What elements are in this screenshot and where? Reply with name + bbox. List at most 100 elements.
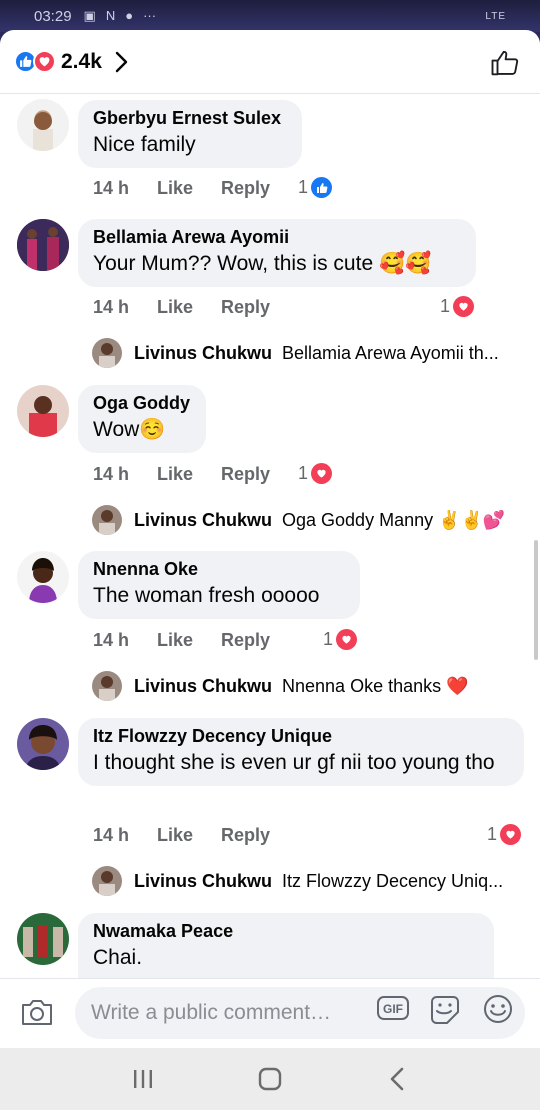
- reply-avatar: [92, 671, 122, 701]
- love-icon: [453, 296, 475, 317]
- comment-author[interactable]: Bellamia Arewa Ayomii: [93, 227, 462, 248]
- comment-author[interactable]: Oga Goddy: [93, 393, 192, 414]
- chevron-right-icon: [114, 51, 128, 73]
- comment-text: The woman fresh ooooo: [93, 584, 320, 607]
- reaction-number: 1: [440, 296, 451, 316]
- reply-preview[interactable]: Livinus Chukwu Itz Flowzzy Decency Uniq.…: [92, 865, 503, 897]
- comment-bubble[interactable]: Nnenna Oke The woman fresh ooooo: [78, 551, 360, 619]
- reactions-summary[interactable]: 2.4k: [14, 50, 128, 74]
- reactions-header: 2.4k: [0, 30, 540, 94]
- like-button[interactable]: Like: [157, 464, 221, 485]
- comment-actions: 14 h Like Reply: [93, 297, 281, 318]
- more-icon: ···: [143, 8, 157, 23]
- comment-time: 14 h: [93, 178, 130, 198]
- network-indicator: LTE: [485, 10, 506, 22]
- comment-author[interactable]: Nwamaka Peace: [93, 921, 480, 942]
- system-nav-bar: [0, 1048, 540, 1110]
- emoji-icon[interactable]: [482, 993, 514, 1030]
- status-bar: 03:29 ▣ N ● ··· LTE: [0, 0, 540, 32]
- comments-sheet: 2.4k Gberbyu Ernest Sulex Nice family 14…: [0, 30, 540, 1048]
- comment-author[interactable]: Itz Flowzzy Decency Unique: [93, 726, 510, 747]
- comment-bubble[interactable]: Itz Flowzzy Decency Unique I thought she…: [78, 718, 524, 786]
- reply-button[interactable]: Reply: [221, 464, 281, 485]
- comment-actions: 14 h Like Reply: [93, 464, 281, 485]
- comment-text: Wow☺️: [93, 418, 166, 441]
- avatar[interactable]: [17, 913, 69, 965]
- avatar[interactable]: [17, 385, 69, 437]
- comment-bubble[interactable]: Bellamia Arewa Ayomii Your Mum?? Wow, th…: [78, 219, 476, 287]
- reply-button[interactable]: Reply: [221, 297, 281, 318]
- reply-author: Livinus Chukwu: [134, 870, 273, 891]
- comment-time: 14 h: [93, 825, 130, 845]
- reply-avatar: [92, 505, 122, 535]
- reply-author: Livinus Chukwu: [134, 509, 273, 530]
- reply-preview[interactable]: Livinus Chukwu Nnenna Oke thanks ❤️: [92, 670, 469, 702]
- image-icon: ▣: [83, 8, 96, 23]
- comment-text: Nice family: [93, 133, 196, 156]
- reply-text: Oga Goddy Manny ✌️✌️💕: [282, 509, 506, 530]
- comment-bubble[interactable]: Gberbyu Ernest Sulex Nice family: [78, 100, 302, 168]
- bag-icon: ●: [125, 8, 134, 23]
- status-time: 03:29: [34, 7, 72, 25]
- comment-actions: 14 h Like Reply: [93, 630, 281, 651]
- avatar[interactable]: [17, 718, 69, 770]
- love-icon: [500, 824, 522, 845]
- comment-author[interactable]: Gberbyu Ernest Sulex: [93, 108, 288, 129]
- comment-text: Your Mum?? Wow, this is cute 🥰🥰: [93, 252, 432, 275]
- comment-reactions[interactable]: 1: [440, 296, 475, 317]
- reaction-number: 1: [298, 463, 309, 483]
- reply-button[interactable]: Reply: [221, 178, 281, 199]
- reply-author: Livinus Chukwu: [134, 342, 273, 363]
- comment-text: Chai.: [93, 946, 143, 969]
- thumbs-up-icon[interactable]: [490, 48, 520, 83]
- comment-reactions[interactable]: 1: [323, 629, 358, 650]
- home-icon[interactable]: [240, 1054, 300, 1104]
- comment-reactions[interactable]: 1: [298, 177, 333, 198]
- reply-text: Nnenna Oke thanks ❤️: [282, 675, 469, 696]
- reply-text: Itz Flowzzy Decency Uniq...: [282, 870, 504, 891]
- avatar[interactable]: [17, 551, 69, 603]
- comment-placeholder: Write a public comment…: [91, 1001, 332, 1024]
- reaction-number: 1: [323, 629, 334, 649]
- like-button[interactable]: Like: [157, 178, 221, 199]
- avatar[interactable]: [17, 99, 69, 151]
- gif-label: GIF: [383, 1002, 403, 1016]
- comment-actions: 14 h Like Reply: [93, 178, 281, 199]
- reply-preview[interactable]: Livinus Chukwu Oga Goddy Manny ✌️✌️💕: [92, 504, 505, 536]
- love-icon: [336, 629, 358, 650]
- comment-time: 14 h: [93, 297, 130, 317]
- comment-composer: Write a public comment… GIF: [0, 978, 540, 1048]
- camera-icon[interactable]: [20, 997, 54, 1032]
- comment-text: I thought she is even ur gf nii too youn…: [93, 751, 495, 774]
- reaction-number: 1: [298, 177, 309, 197]
- reaction-count: 2.4k: [61, 49, 102, 73]
- recent-apps-icon[interactable]: [113, 1054, 173, 1104]
- comment-actions: 14 h Like Reply: [93, 825, 281, 846]
- comment-reactions[interactable]: 1: [298, 463, 333, 484]
- comment-time: 14 h: [93, 630, 130, 650]
- back-icon[interactable]: [367, 1054, 427, 1104]
- gif-icon[interactable]: GIF: [376, 993, 410, 1028]
- n-icon: N: [105, 8, 116, 23]
- reply-button[interactable]: Reply: [221, 825, 281, 846]
- status-icons: ▣ N ● ···: [84, 8, 157, 24]
- scrollbar[interactable]: [534, 540, 538, 660]
- sticker-icon[interactable]: [428, 993, 462, 1032]
- like-button[interactable]: Like: [157, 297, 221, 318]
- comment-time: 14 h: [93, 464, 130, 484]
- like-button[interactable]: Like: [157, 825, 221, 846]
- reply-preview[interactable]: Livinus Chukwu Bellamia Arewa Ayomii th.…: [92, 337, 499, 369]
- love-reaction-icon: [33, 50, 56, 73]
- reaction-number: 1: [487, 824, 498, 844]
- reply-author: Livinus Chukwu: [134, 675, 273, 696]
- reply-avatar: [92, 866, 122, 896]
- like-button[interactable]: Like: [157, 630, 221, 651]
- reply-button[interactable]: Reply: [221, 630, 281, 651]
- avatar[interactable]: [17, 219, 69, 271]
- comment-bubble[interactable]: Oga Goddy Wow☺️: [78, 385, 206, 453]
- reply-avatar: [92, 338, 122, 368]
- reply-text: Bellamia Arewa Ayomii th...: [282, 342, 499, 363]
- like-icon: [311, 177, 333, 198]
- comment-reactions[interactable]: 1: [487, 824, 522, 845]
- comment-author[interactable]: Nnenna Oke: [93, 559, 346, 580]
